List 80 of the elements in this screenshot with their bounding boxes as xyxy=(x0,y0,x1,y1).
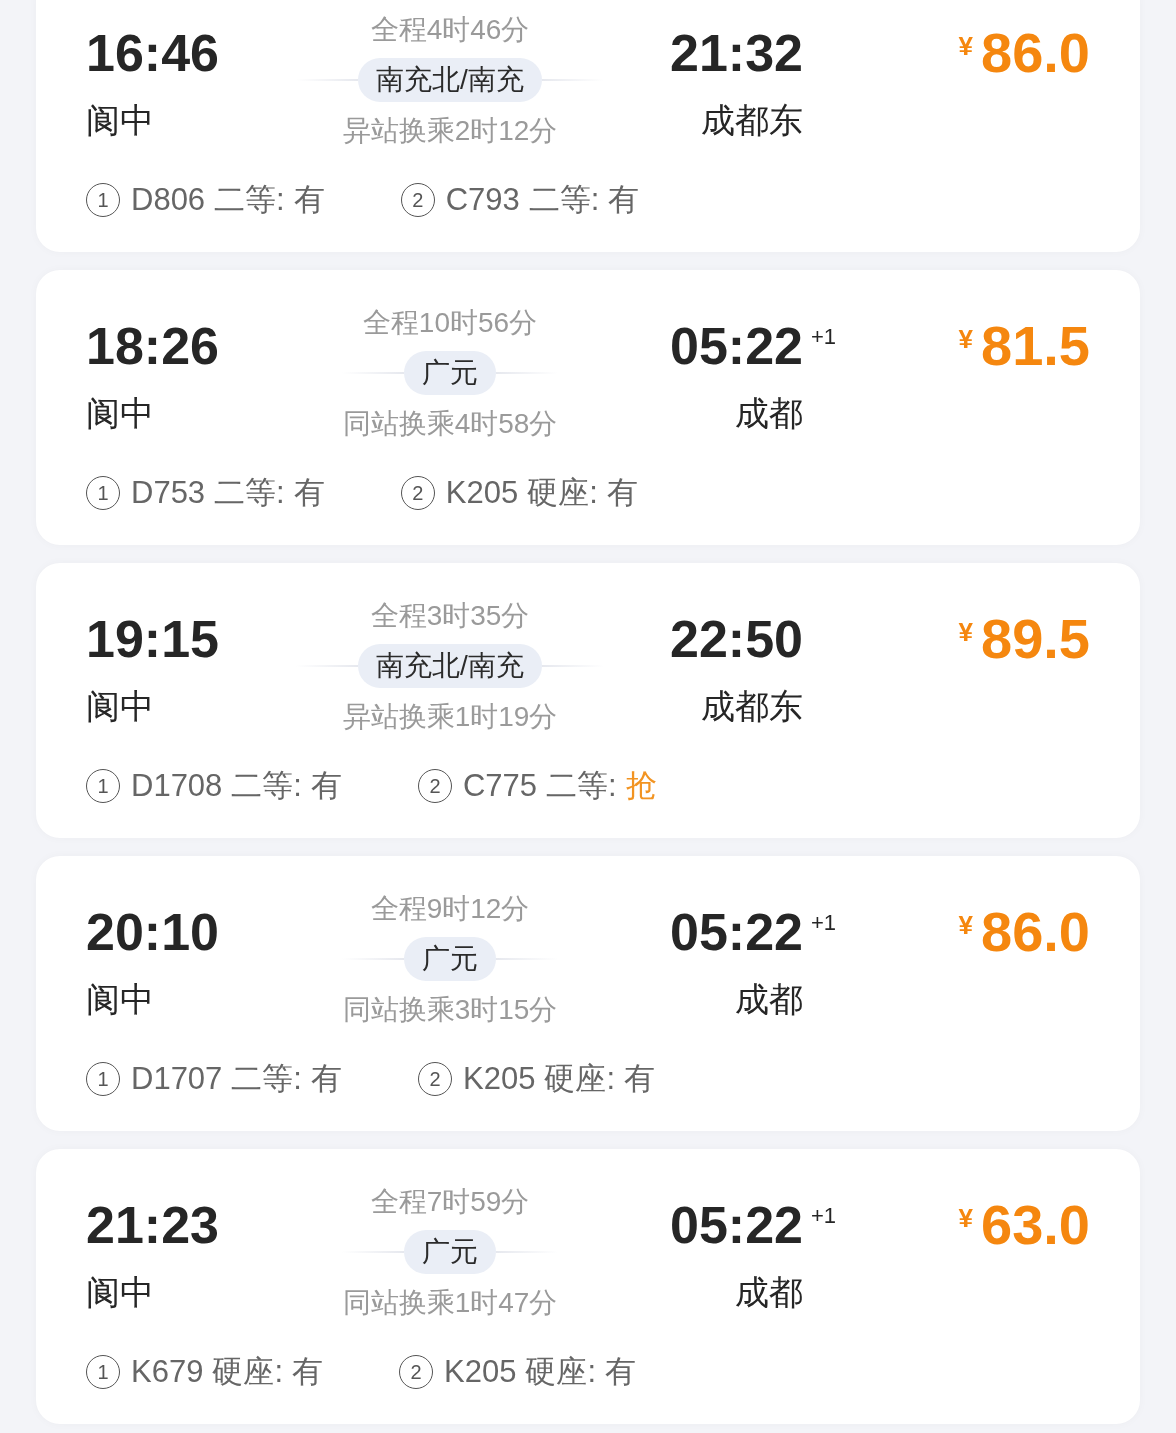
seat-class: 二等: xyxy=(214,181,285,219)
day-offset: +1 xyxy=(811,324,837,350)
departure-time: 20:10 xyxy=(86,902,219,962)
arrival-time: 22:50 xyxy=(670,609,803,669)
transfer-station: 广元 xyxy=(404,1230,496,1274)
seat-class: 硬座: xyxy=(525,1353,597,1391)
seat-class: 二等: xyxy=(214,474,285,512)
transfer-station: 南充北/南充 xyxy=(358,644,542,688)
currency-symbol: ¥ xyxy=(958,617,973,647)
arrival-time: 05:22 xyxy=(670,316,803,376)
seat-availability: 有 xyxy=(293,474,325,512)
seat-availability: 有 xyxy=(311,1060,342,1098)
train-number: D753 xyxy=(131,474,206,512)
seat-class: 二等: xyxy=(231,1060,302,1098)
transfer-station: 广元 xyxy=(404,937,496,981)
seat-class: 二等: xyxy=(231,767,302,805)
transfer-time: 异站换乘2时12分 xyxy=(342,114,558,148)
trip-duration: 全程9时12分 xyxy=(370,892,530,926)
price: 81.5 xyxy=(981,316,1090,376)
trip-duration: 全程3时35分 xyxy=(370,599,530,633)
day-offset: +1 xyxy=(811,910,837,936)
departure-station: 阆中 xyxy=(86,1272,154,1312)
currency-symbol: ¥ xyxy=(958,324,973,354)
train-number: D1707 xyxy=(131,1060,223,1098)
arrival-time: 05:22 xyxy=(670,1195,803,1255)
seat-availability: 有 xyxy=(311,767,342,805)
train-number: K205 xyxy=(445,474,519,512)
price: 89.5 xyxy=(981,609,1090,669)
trip-card[interactable]: 19:15 阆中 全程3时35分 南充北/南充 异站换乘1时19分 22:50 成都东 ¥89.5 1 D1708 二等: 有 2 C775 二等: 抢 xyxy=(36,563,1140,838)
arrival-station: 成都 xyxy=(735,979,803,1019)
arrival-station: 成都 xyxy=(735,1272,803,1312)
departure-station: 阆中 xyxy=(86,393,154,433)
transfer-station: 广元 xyxy=(404,351,496,395)
transfer-station: 南充北/南充 xyxy=(358,58,542,102)
transfer-time: 异站换乘1时19分 xyxy=(342,700,558,734)
seat-class: 硬座: xyxy=(527,474,598,512)
currency-symbol: ¥ xyxy=(958,31,973,61)
currency-symbol: ¥ xyxy=(958,910,973,940)
seat-availability: 有 xyxy=(606,474,638,512)
arrival-time: 05:22 xyxy=(670,902,803,962)
train-number: K205 xyxy=(444,1353,517,1391)
train-number: K205 xyxy=(463,1060,536,1098)
departure-time: 21:23 xyxy=(86,1195,219,1255)
seat-class: 硬座: xyxy=(544,1060,615,1098)
seat-class: 硬座: xyxy=(212,1353,284,1391)
train-number: D1708 xyxy=(131,767,223,805)
arrival-station: 成都东 xyxy=(701,686,803,726)
transfer-time: 同站换乘4时58分 xyxy=(342,407,558,441)
departure-station: 阆中 xyxy=(86,100,154,140)
departure-time: 18:26 xyxy=(86,316,219,376)
train-number: C793 xyxy=(445,181,520,219)
seat-availability: 有 xyxy=(605,1353,637,1391)
seat-availability: 抢 xyxy=(625,767,657,805)
train-number: C775 xyxy=(463,767,538,805)
price: 86.0 xyxy=(981,902,1090,962)
seat-availability: 有 xyxy=(608,181,640,219)
arrival-station: 成都 xyxy=(735,393,803,433)
day-offset: +1 xyxy=(811,1203,837,1229)
departure-time: 16:46 xyxy=(86,23,219,83)
price: 63.0 xyxy=(981,1195,1090,1255)
arrival-time: 21:32 xyxy=(670,23,803,83)
price: 86.0 xyxy=(981,23,1090,83)
departure-time: 19:15 xyxy=(86,609,219,669)
currency-symbol: ¥ xyxy=(958,1203,973,1233)
transfer-time: 同站换乘3时15分 xyxy=(342,993,558,1027)
departure-station: 阆中 xyxy=(86,686,154,726)
seat-availability: 有 xyxy=(624,1060,655,1098)
seat-availability: 有 xyxy=(292,1353,324,1391)
arrival-station: 成都东 xyxy=(701,100,803,140)
train-number: D806 xyxy=(131,181,206,219)
trip-duration: 全程10时56分 xyxy=(362,306,538,340)
departure-station: 阆中 xyxy=(86,979,154,1019)
trip-duration: 全程7时59分 xyxy=(370,1185,530,1219)
seat-class: 二等: xyxy=(546,767,617,805)
seat-class: 二等: xyxy=(528,181,600,219)
trip-card[interactable]: 16:46 阆中 全程4时46分 南充北/南充 异站换乘2时12分 21:32 成都东 ¥86.0 1 D806 二等: 有 2 C793 二等: 有 xyxy=(36,0,1140,252)
seat-availability: 有 xyxy=(293,181,325,219)
transfer-time: 同站换乘1时47分 xyxy=(342,1286,558,1320)
trip-duration: 全程4时46分 xyxy=(370,13,530,47)
train-number: K679 xyxy=(131,1353,204,1391)
